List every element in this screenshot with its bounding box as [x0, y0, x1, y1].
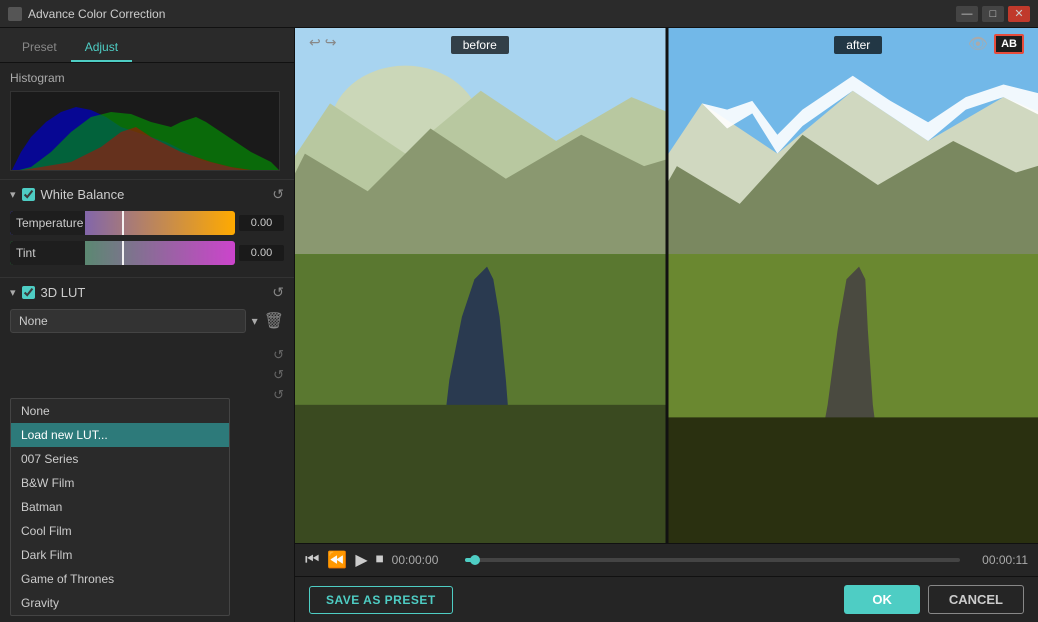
- video-area: ↩ ↪ 👁 AB before after: [295, 28, 1038, 543]
- temperature-track[interactable]: Temperature: [10, 211, 235, 235]
- end-time: 00:00:11: [968, 553, 1028, 567]
- ok-button[interactable]: OK: [844, 585, 920, 614]
- lut-reset-button[interactable]: ↺: [272, 284, 284, 301]
- tint-thumb: [122, 241, 124, 265]
- undo-button[interactable]: ↩: [309, 34, 321, 51]
- lut-option-gravity[interactable]: Gravity: [11, 591, 229, 615]
- lut-option-batman[interactable]: Batman: [11, 495, 229, 519]
- tab-adjust[interactable]: Adjust: [71, 34, 132, 62]
- minimize-button[interactable]: —: [956, 6, 978, 22]
- tint-track[interactable]: Tint: [10, 241, 235, 265]
- lut-header-left: ▾ 3D LUT: [10, 285, 85, 300]
- slider-stub-1: ↺: [10, 347, 284, 363]
- lut-select[interactable]: None Load new LUT... 007 Series B&W Film…: [10, 309, 246, 333]
- lut-option-dark[interactable]: Dark Film: [11, 543, 229, 567]
- window-title: Advance Color Correction: [28, 7, 165, 21]
- lut-option-load[interactable]: Load new LUT...: [11, 423, 229, 447]
- temperature-thumb: [122, 211, 124, 235]
- split-divider: [665, 28, 668, 543]
- before-scene-svg: [295, 28, 667, 543]
- temperature-value: 0.00: [239, 215, 284, 231]
- temperature-label: Temperature: [10, 211, 85, 235]
- progress-bar[interactable]: [465, 558, 960, 562]
- after-label: after: [834, 36, 882, 54]
- white-balance-reset-button[interactable]: ↺: [272, 186, 284, 203]
- tint-slider-row: Tint 0.00: [10, 241, 284, 265]
- lut-title: 3D LUT: [41, 285, 86, 300]
- histogram-label: Histogram: [10, 71, 284, 85]
- current-time: 00:00:00: [392, 553, 457, 567]
- title-bar-left: Advance Color Correction: [8, 7, 165, 21]
- lut-delete-button[interactable]: 🗑: [264, 311, 284, 331]
- lut-option-cool[interactable]: Cool Film: [11, 519, 229, 543]
- skip-back-button[interactable]: ⏮: [305, 551, 319, 569]
- slider-stub-2: ↺: [10, 367, 284, 383]
- redo-button[interactable]: ↪: [325, 34, 337, 51]
- action-right: OK CANCEL: [844, 585, 1024, 614]
- lut-option-got[interactable]: Game of Thrones: [11, 567, 229, 591]
- slider2-reset-button[interactable]: ↺: [273, 367, 284, 383]
- tint-label: Tint: [10, 241, 85, 265]
- histogram-section: Histogram: [0, 63, 294, 179]
- progress-dot: [470, 555, 480, 565]
- playback-bar: ⏮ ⏪ ▶ ⏹ 00:00:00 00:00:11: [295, 543, 1038, 576]
- close-button[interactable]: ✕: [1008, 6, 1030, 22]
- title-bar: Advance Color Correction — □ ✕: [0, 0, 1038, 28]
- video-right-after: [667, 28, 1038, 543]
- lut-section: ▾ 3D LUT ↺ None Load new LUT... 007 Seri…: [0, 277, 294, 343]
- video-preview: [295, 28, 1038, 543]
- white-balance-section: ▾ White Balance ↺ Temperature 0.00 Tint: [0, 179, 294, 277]
- slider3-reset-button[interactable]: ↺: [273, 387, 284, 403]
- tint-value: 0.00: [239, 245, 284, 261]
- dropdown-arrow-icon: ▾: [252, 314, 258, 328]
- histogram-canvas: [10, 91, 280, 171]
- video-left-before: [295, 28, 667, 543]
- app-icon: [8, 7, 22, 21]
- temperature-slider-row: Temperature 0.00: [10, 211, 284, 235]
- tabs: Preset Adjust: [0, 28, 294, 63]
- histogram-svg: [11, 92, 280, 171]
- undo-redo-bar: ↩ ↪: [303, 28, 342, 57]
- eye-button[interactable]: 👁: [968, 34, 988, 54]
- left-panel: Preset Adjust Histogram ▾: [0, 28, 295, 622]
- step-back-button[interactable]: ⏪: [327, 550, 347, 570]
- lut-header: ▾ 3D LUT ↺: [10, 284, 284, 301]
- cancel-button[interactable]: CANCEL: [928, 585, 1024, 614]
- lut-option-bw[interactable]: B&W Film: [11, 471, 229, 495]
- chevron-down-icon[interactable]: ▾: [10, 188, 16, 201]
- lut-option-none[interactable]: None: [11, 399, 229, 423]
- lut-option-007[interactable]: 007 Series: [11, 447, 229, 471]
- stop-button[interactable]: ⏹: [376, 551, 384, 569]
- slider1-reset-button[interactable]: ↺: [273, 347, 284, 363]
- action-bar: SAVE AS PRESET OK CANCEL: [295, 576, 1038, 622]
- lut-dropdown-list: None Load new LUT... 007 Series B&W Film…: [10, 398, 230, 616]
- play-button[interactable]: ▶: [355, 550, 367, 570]
- lut-dropdown-row: None Load new LUT... 007 Series B&W Film…: [10, 309, 284, 333]
- after-scene-svg: [667, 28, 1038, 543]
- before-label: before: [451, 36, 509, 54]
- white-balance-header: ▾ White Balance ↺: [10, 186, 284, 203]
- tab-preset[interactable]: Preset: [8, 34, 71, 62]
- video-top-bar: 👁 AB: [962, 28, 1030, 60]
- right-panel: ↩ ↪ 👁 AB before after: [295, 28, 1038, 622]
- save-preset-button[interactable]: SAVE AS PRESET: [309, 586, 453, 614]
- lut-checkbox[interactable]: [22, 286, 35, 299]
- white-balance-title: White Balance: [41, 187, 125, 202]
- ab-button[interactable]: AB: [994, 34, 1024, 54]
- section-header-left: ▾ White Balance: [10, 187, 124, 202]
- window-controls[interactable]: — □ ✕: [956, 6, 1030, 22]
- lut-chevron-icon[interactable]: ▾: [10, 286, 16, 299]
- maximize-button[interactable]: □: [982, 6, 1004, 22]
- main-layout: Preset Adjust Histogram ▾: [0, 28, 1038, 622]
- white-balance-checkbox[interactable]: [22, 188, 35, 201]
